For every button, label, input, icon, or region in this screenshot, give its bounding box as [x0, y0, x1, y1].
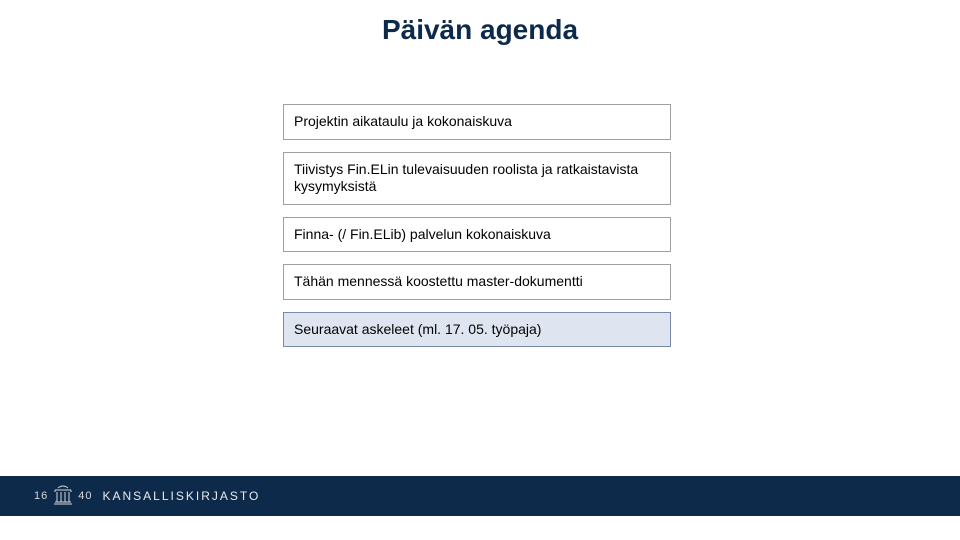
slide: Päivän agenda Projektin aikataulu ja kok… [0, 0, 960, 540]
crest-emblem-icon [52, 484, 74, 508]
agenda-list: Projektin aikataulu ja kokonaiskuva Tiiv… [283, 104, 671, 359]
agenda-item: Tiivistys Fin.ELin tulevaisuuden roolist… [283, 152, 671, 205]
agenda-item: Tähän mennessä koostettu master-dokument… [283, 264, 671, 300]
crest-year-left: 16 [34, 490, 48, 502]
crest-year-right: 40 [78, 490, 92, 502]
footer-brand: KANSALLISKIRJASTO [103, 489, 261, 503]
footer-bar: 16 40 KANSALLISKIRJASTO [0, 476, 960, 516]
slide-title: Päivän agenda [0, 14, 960, 46]
agenda-item: Projektin aikataulu ja kokonaiskuva [283, 104, 671, 140]
footer-logo: 16 40 KANSALLISKIRJASTO [34, 484, 260, 508]
crest-icon: 16 40 [34, 484, 93, 508]
agenda-item-highlight: Seuraavat askeleet (ml. 17. 05. työpaja) [283, 312, 671, 348]
agenda-item: Finna- (/ Fin.ELib) palvelun kokonaiskuv… [283, 217, 671, 253]
